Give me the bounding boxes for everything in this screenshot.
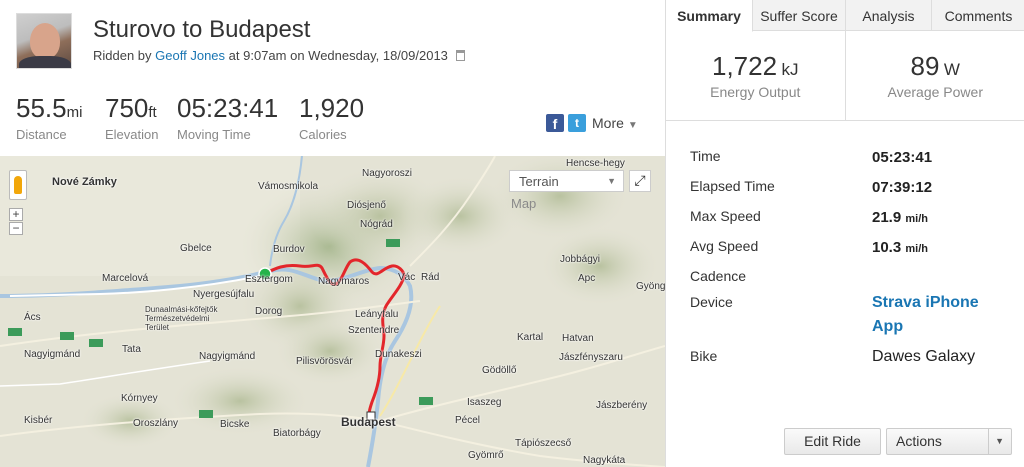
- actions-dropdown[interactable]: Actions ▼: [886, 428, 1012, 455]
- stat-elevation: 750ft Elevation: [105, 93, 159, 142]
- tab-bar: Summary Suffer Score Analysis Comments: [666, 0, 1024, 32]
- street-view-pegman-icon[interactable]: [9, 170, 27, 200]
- power-summary: 1,722 kJ Energy Output 89 W Average Powe…: [666, 31, 1024, 121]
- average-power: 89 W Average Power: [887, 51, 983, 100]
- ride-title: Sturovo to Budapest: [93, 16, 311, 43]
- chevron-down-icon: ▼: [607, 176, 616, 186]
- tab-analysis[interactable]: Analysis: [846, 0, 932, 31]
- share-bar: f t More ▼: [546, 114, 638, 132]
- route-map[interactable]: Hencse-hegy Vámosmikola Nagyoroszi Nové …: [0, 156, 665, 467]
- chevron-down-icon: ▼: [995, 436, 1004, 446]
- energy-output: 1,722 kJ Energy Output: [666, 31, 846, 120]
- tab-summary[interactable]: Summary: [666, 0, 753, 32]
- activity-sidebar: Summary Suffer Score Analysis Comments 1…: [665, 0, 1024, 467]
- athlete-link[interactable]: Geoff Jones: [155, 48, 225, 63]
- tab-suffer-score[interactable]: Suffer Score: [753, 0, 846, 31]
- map-type-option[interactable]: Map: [511, 196, 536, 211]
- athlete-avatar[interactable]: [16, 13, 72, 69]
- zoom-out-button[interactable]: −: [9, 222, 23, 235]
- stat-distance: 55.5mi Distance: [16, 93, 83, 142]
- more-share-button[interactable]: More ▼: [592, 115, 638, 131]
- activity-panel: Sturovo to Budapest Ridden by Geoff Jone…: [0, 0, 665, 467]
- device-link[interactable]: Strava iPhone App: [872, 291, 1012, 339]
- ride-byline: Ridden by Geoff Jones at 9:07am on Wedne…: [93, 48, 465, 63]
- edit-ride-button[interactable]: Edit Ride: [784, 428, 881, 455]
- twitter-icon[interactable]: t: [568, 114, 586, 132]
- stat-calories: 1,920 Calories: [299, 93, 365, 142]
- tab-comments[interactable]: Comments: [932, 0, 1024, 31]
- chevron-down-icon: ▼: [627, 120, 638, 131]
- map-terrain: [0, 156, 665, 467]
- calendar-icon[interactable]: [455, 50, 465, 61]
- facebook-icon[interactable]: f: [546, 114, 564, 132]
- map-type-select[interactable]: Terrain ▼: [509, 170, 624, 192]
- zoom-in-button[interactable]: +: [9, 208, 23, 221]
- stat-moving-time: 05:23:41 Moving Time: [177, 93, 279, 142]
- fullscreen-icon[interactable]: ⤢: [629, 170, 651, 192]
